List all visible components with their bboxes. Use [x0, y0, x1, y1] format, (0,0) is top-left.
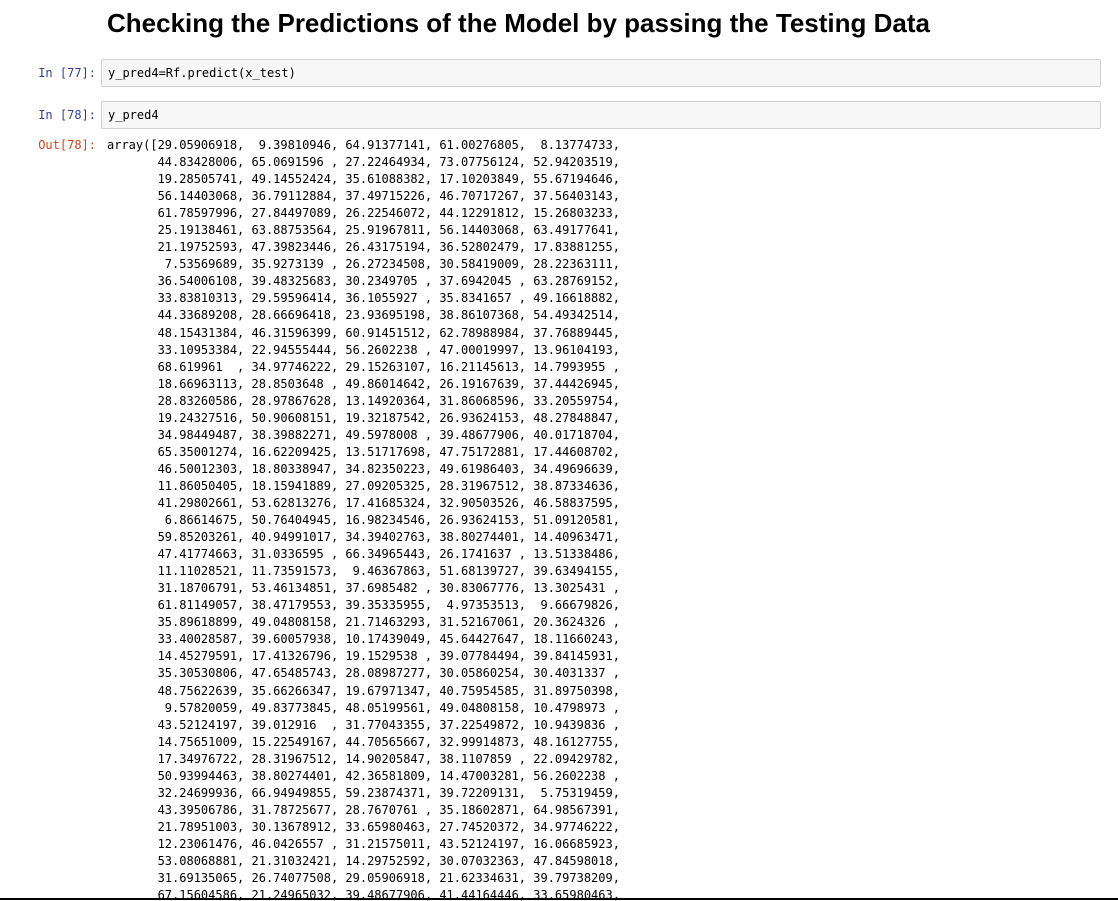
input-prompt-77: In [77]:	[38, 66, 96, 80]
code-line[interactable]: y_pred4=Rf.predict(x_test)	[108, 65, 296, 82]
window-bottom-border	[0, 898, 1118, 900]
cell-output-array: array([29.05906918, 9.39810946, 64.91377…	[107, 138, 620, 901]
output-prompt-78: Out[78]:	[38, 138, 96, 152]
code-line[interactable]: y_pred4	[108, 107, 159, 124]
code-cell-78[interactable]: y_pred4	[101, 101, 1101, 129]
input-prompt-78: In [78]:	[38, 108, 96, 122]
section-heading: Checking the Predictions of the Model by…	[107, 8, 930, 38]
code-cell-77[interactable]: y_pred4=Rf.predict(x_test)	[101, 59, 1101, 87]
notebook-page: Checking the Predictions of the Model by…	[0, 0, 1118, 901]
